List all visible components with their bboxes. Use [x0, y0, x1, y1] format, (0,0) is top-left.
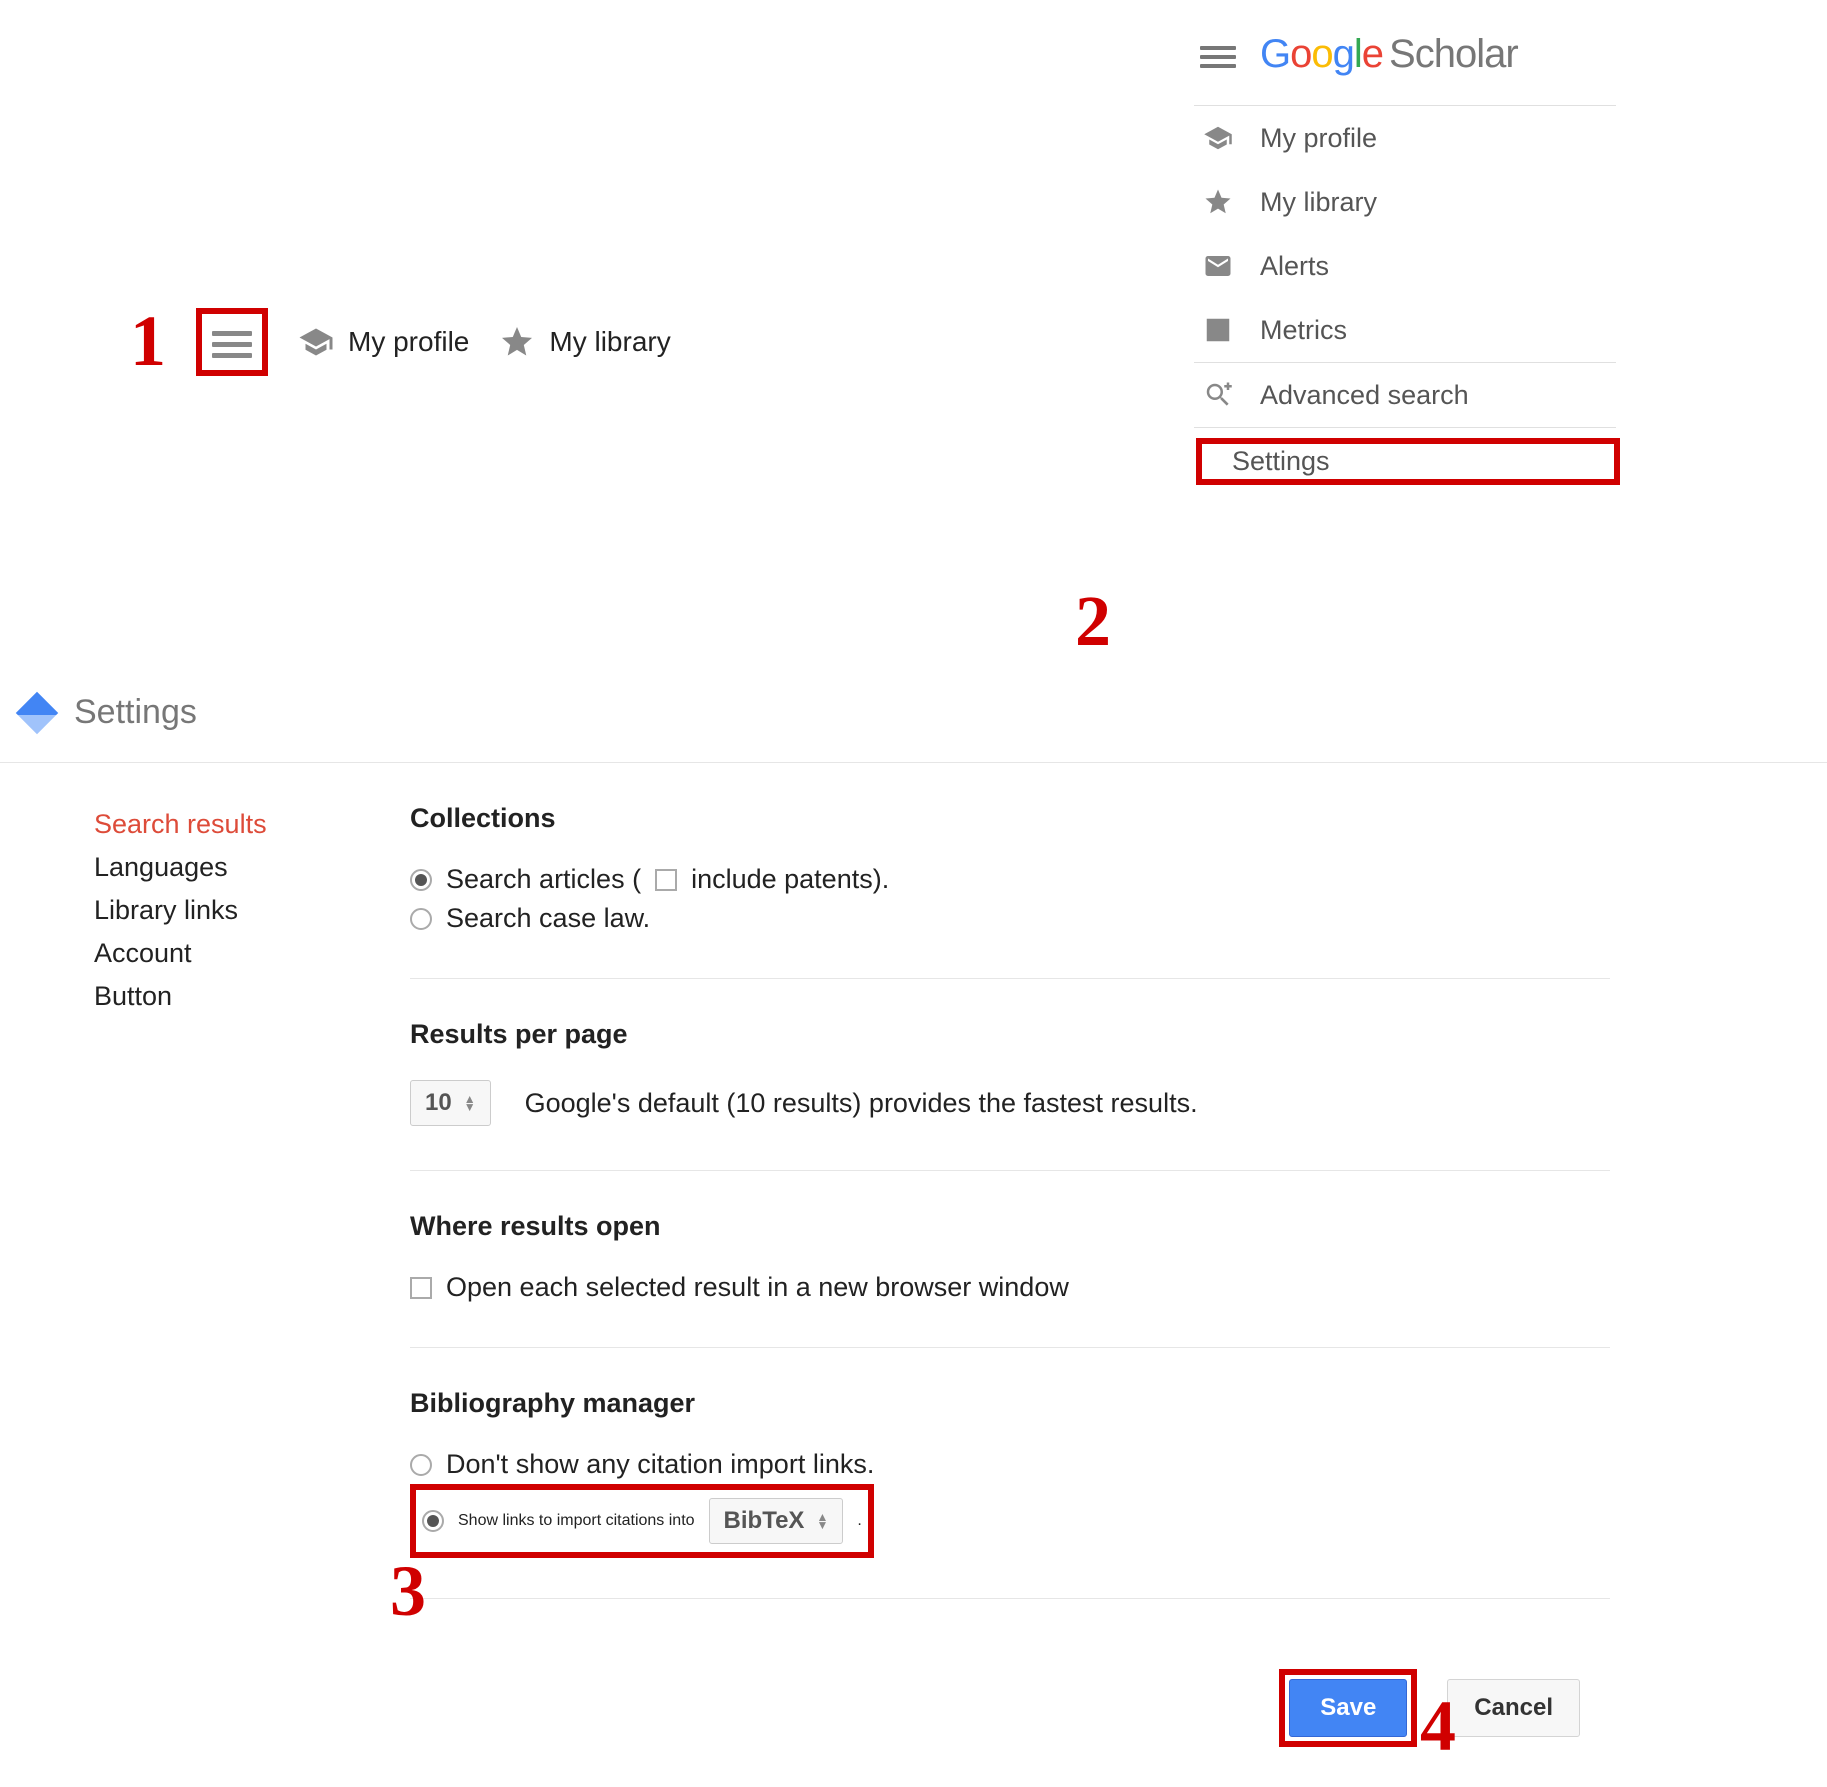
save-button-highlight: Save	[1279, 1669, 1417, 1747]
citation-format-select[interactable]: BibTeX ▲▼	[709, 1498, 844, 1544]
google-scholar-logo: GoogleScholar	[1260, 32, 1518, 77]
sidebar-languages[interactable]: Languages	[94, 846, 330, 889]
option-label: include patents).	[691, 864, 889, 895]
section-collections: Collections Search articles ( include pa…	[410, 803, 1610, 979]
page-title: Settings	[74, 693, 197, 732]
cancel-button[interactable]: Cancel	[1447, 1679, 1580, 1737]
hamburger-icon[interactable]	[1200, 41, 1236, 69]
settings-content: Collections Search articles ( include pa…	[410, 803, 1610, 1747]
menu-metrics[interactable]: Metrics	[1190, 298, 1620, 362]
period: .	[857, 1512, 861, 1530]
my-profile-link[interactable]: My profile	[298, 324, 469, 360]
radio-search-articles[interactable]: Search articles ( include patents).	[410, 860, 1610, 899]
radio-icon	[410, 1454, 432, 1476]
section-results-per-page: Results per page 10 ▲▼ Google's default …	[410, 1019, 1610, 1171]
sidebar-library-links[interactable]: Library links	[94, 889, 330, 932]
stepper-icon: ▲▼	[464, 1095, 476, 1111]
option-label: Search articles (	[446, 864, 641, 895]
sidebar-account[interactable]: Account	[94, 932, 330, 975]
menu-item-label: Alerts	[1260, 251, 1329, 282]
section-bibliography-manager: Bibliography manager Don't show any cita…	[410, 1388, 1610, 1599]
my-library-label: My library	[549, 326, 670, 358]
section-title: Where results open	[410, 1211, 1610, 1242]
my-library-link[interactable]: My library	[499, 324, 670, 360]
scholar-diamond-icon	[16, 691, 58, 733]
graduation-cap-icon	[298, 324, 334, 360]
section-title: Results per page	[410, 1019, 1610, 1050]
mail-icon	[1203, 251, 1233, 281]
graduation-cap-icon	[1203, 123, 1233, 153]
section-title: Bibliography manager	[410, 1388, 1610, 1419]
section-where-results-open: Where results open Open each selected re…	[410, 1211, 1610, 1348]
hint-text: Google's default (10 results) provides t…	[525, 1088, 1198, 1119]
settings-page: Settings Search results Languages Librar…	[0, 685, 1827, 1787]
search-plus-icon	[1203, 380, 1233, 410]
settings-page-header: Settings	[0, 685, 1827, 763]
radio-no-citation-links[interactable]: Don't show any citation import links.	[410, 1445, 1610, 1484]
menu-item-label: Metrics	[1260, 315, 1347, 346]
option-label: Show links to import citations into	[458, 1512, 695, 1530]
radio-icon	[410, 908, 432, 930]
star-icon	[1203, 187, 1233, 217]
settings-sidebar: Search results Languages Library links A…	[30, 803, 330, 1747]
option-label: Open each selected result in a new brows…	[446, 1272, 1069, 1303]
menu-item-label: My profile	[1260, 123, 1377, 154]
my-profile-label: My profile	[348, 326, 469, 358]
radio-case-law[interactable]: Search case law.	[410, 899, 1610, 938]
annotation-1: 1	[130, 300, 166, 383]
results-per-page-select[interactable]: 10 ▲▼	[410, 1080, 491, 1126]
section-title: Collections	[410, 803, 1610, 834]
annotation-3: 3	[390, 1550, 426, 1633]
bar-chart-icon	[1203, 315, 1233, 345]
hamburger-icon	[212, 325, 252, 359]
sidebar-button[interactable]: Button	[94, 975, 330, 1018]
menu-item-label: Settings	[1232, 446, 1330, 477]
star-icon	[499, 324, 535, 360]
main-menu-panel: GoogleScholar My profile My library Aler…	[1190, 10, 1620, 485]
radio-icon	[422, 1510, 444, 1532]
menu-item-label: My library	[1260, 187, 1377, 218]
menu-my-library[interactable]: My library	[1190, 170, 1620, 234]
select-value: BibTeX	[724, 1507, 805, 1535]
checkbox-icon	[410, 1277, 432, 1299]
divider	[1194, 427, 1616, 428]
stepper-icon: ▲▼	[816, 1513, 828, 1529]
menu-header: GoogleScholar	[1190, 10, 1620, 105]
radio-icon	[410, 869, 432, 891]
select-value: 10	[425, 1089, 452, 1117]
include-patents-checkbox[interactable]	[655, 869, 677, 891]
step1-toolbar: 1 My profile My library	[130, 300, 671, 383]
menu-advanced-search[interactable]: Advanced search	[1190, 363, 1620, 427]
menu-item-label: Advanced search	[1260, 380, 1469, 411]
annotation-4: 4	[1420, 1685, 1456, 1768]
sidebar-search-results[interactable]: Search results	[94, 803, 330, 846]
menu-settings[interactable]: Settings	[1196, 438, 1620, 485]
annotation-2: 2	[1075, 580, 1111, 663]
option-label: Don't show any citation import links.	[446, 1449, 874, 1480]
open-new-window-option[interactable]: Open each selected result in a new brows…	[410, 1268, 1610, 1307]
menu-alerts[interactable]: Alerts	[1190, 234, 1620, 298]
menu-my-profile[interactable]: My profile	[1190, 106, 1620, 170]
save-button[interactable]: Save	[1289, 1679, 1407, 1737]
option-label: Search case law.	[446, 903, 650, 934]
radio-show-citation-links[interactable]: Show links to import citations into BibT…	[410, 1484, 874, 1558]
hamburger-button-main[interactable]	[196, 308, 268, 376]
settings-body: Search results Languages Library links A…	[0, 763, 1827, 1787]
